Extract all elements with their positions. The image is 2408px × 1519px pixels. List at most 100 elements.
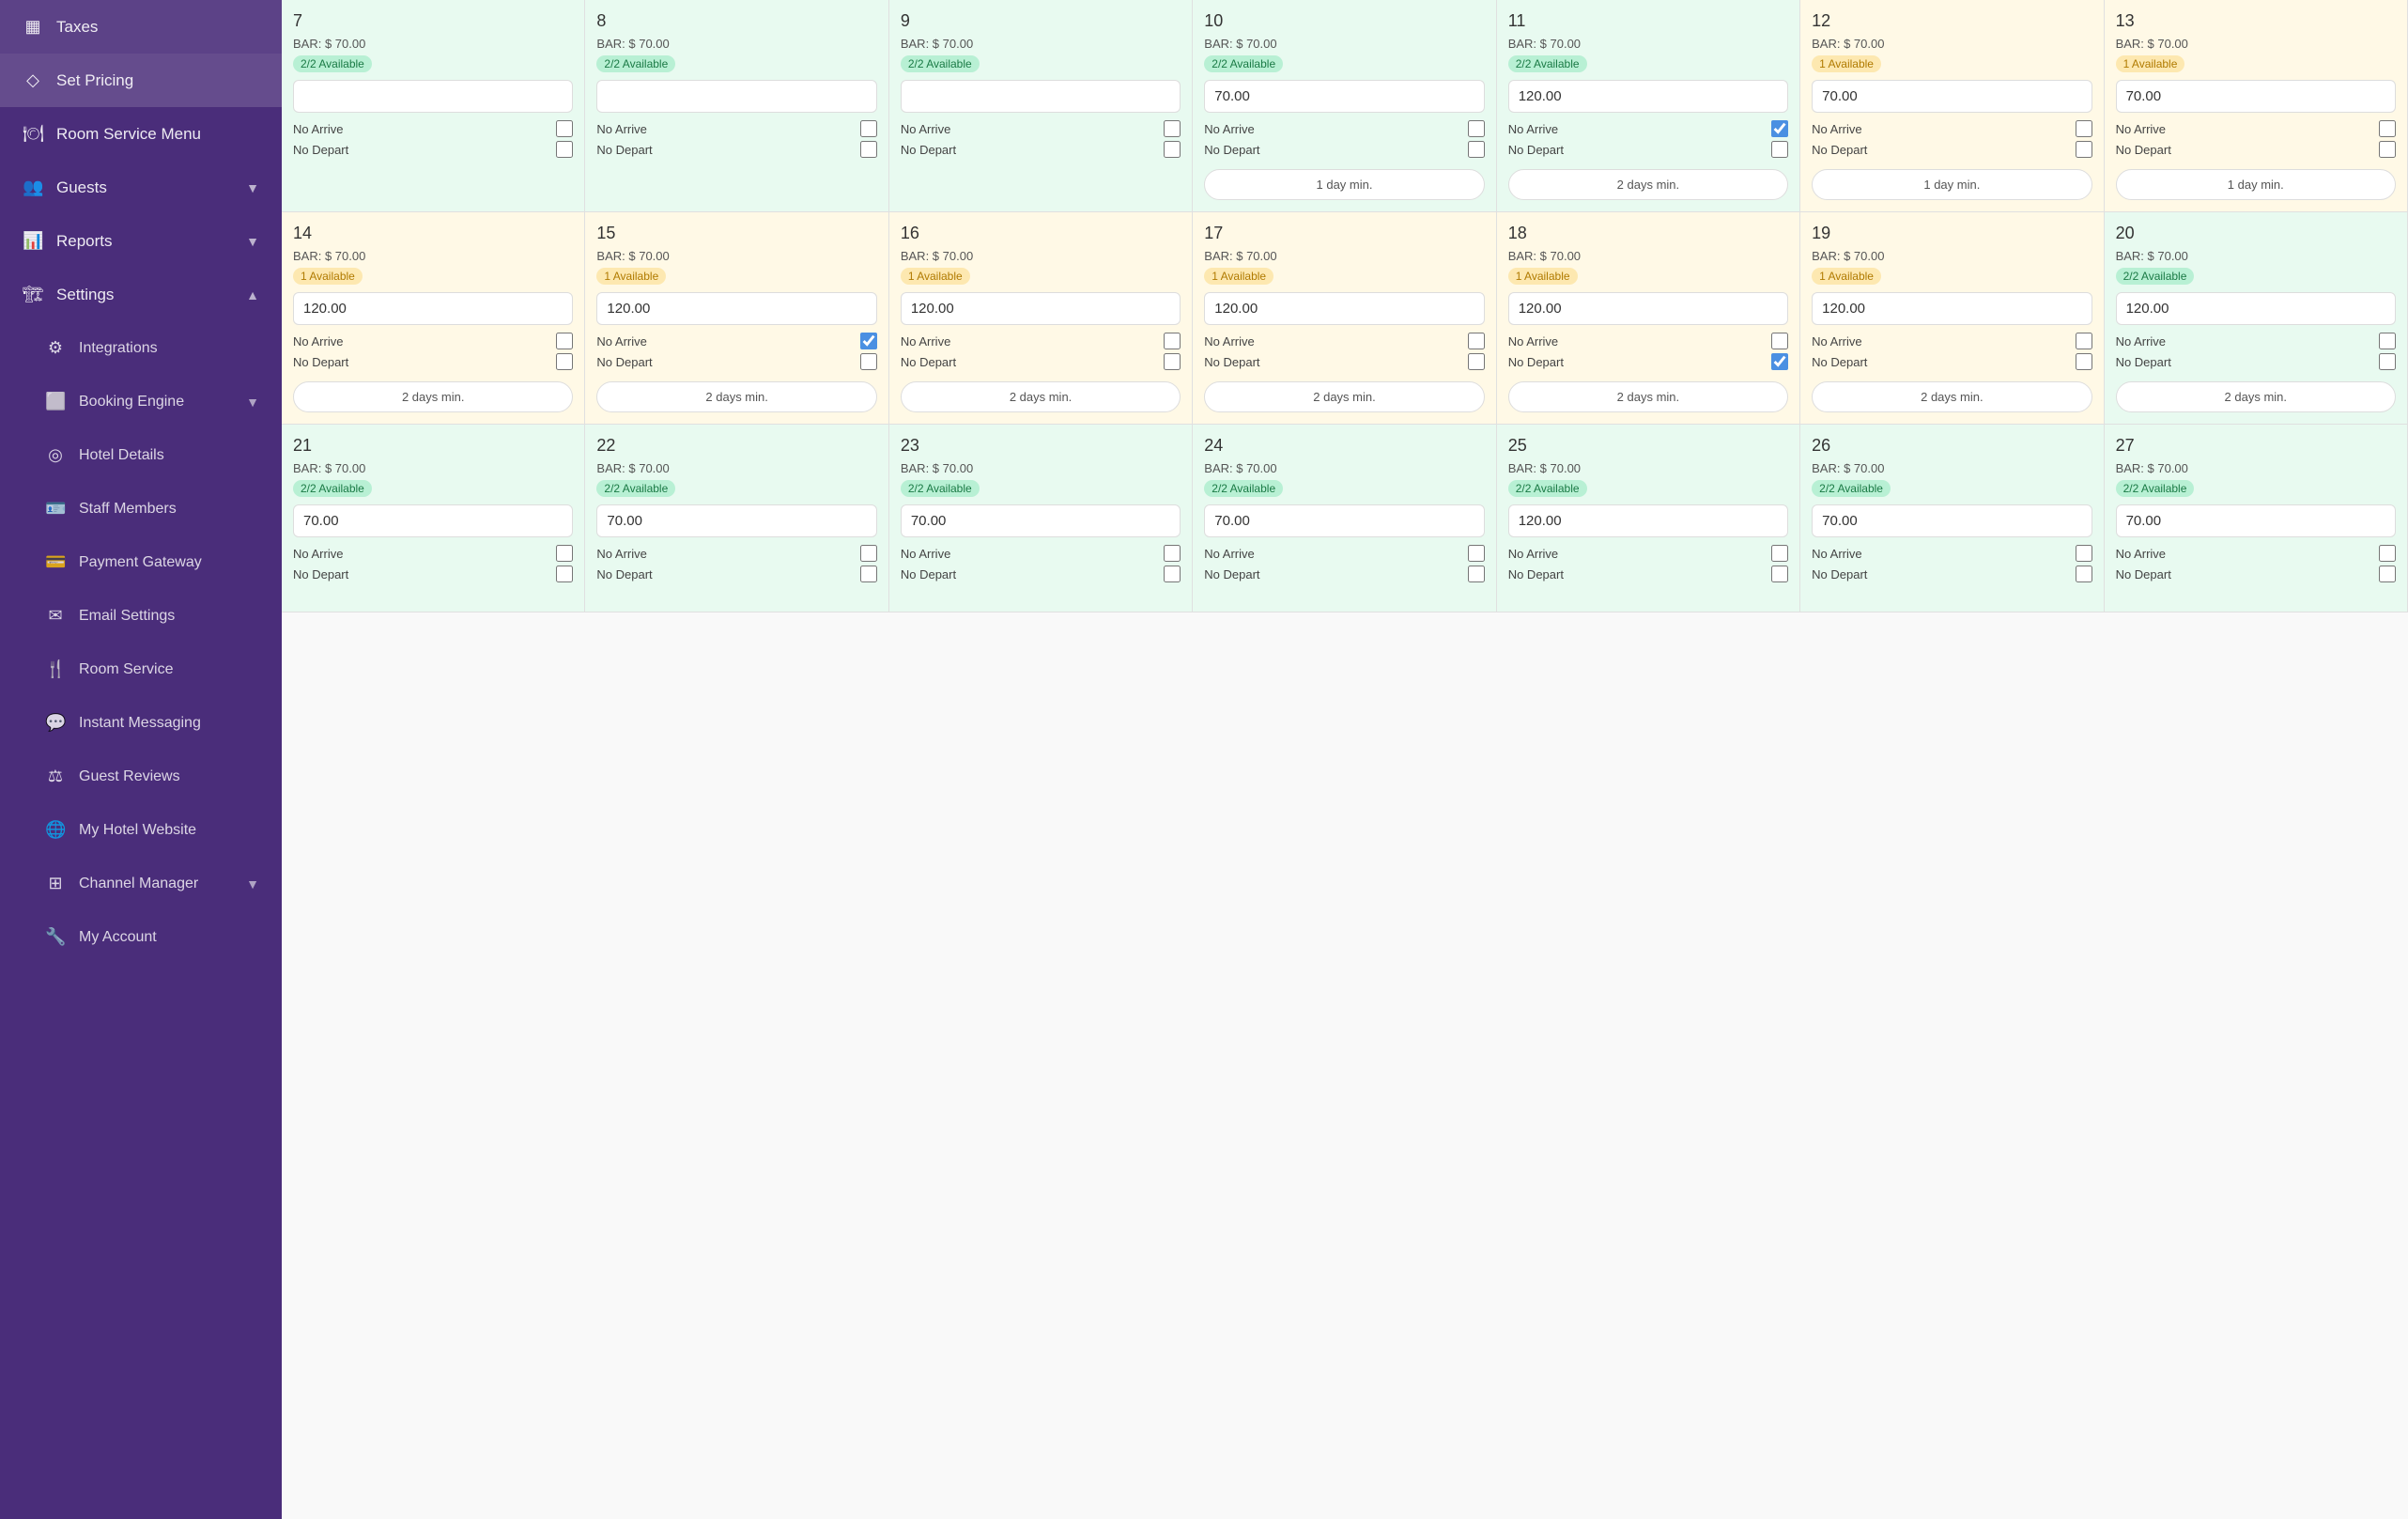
min-stay-button-11[interactable]: 2 days min. [1508,169,1788,200]
price-input-24[interactable] [1204,504,1484,537]
no-depart-checkbox-22[interactable] [860,566,877,582]
sidebar: ▦Taxes◇Set Pricing🍽Room Service Menu👥Gue… [0,0,282,1519]
no-arrive-checkbox-20[interactable] [2379,333,2396,349]
no-depart-row-19: No Depart [1812,353,2092,370]
no-arrive-checkbox-10[interactable] [1468,120,1485,137]
price-input-22[interactable] [596,504,876,537]
no-arrive-checkbox-22[interactable] [860,545,877,562]
price-input-27[interactable] [2116,504,2396,537]
sidebar-item-room-service-menu[interactable]: 🍽Room Service Menu [0,107,282,161]
no-arrive-checkbox-25[interactable] [1771,545,1788,562]
min-stay-button-17[interactable]: 2 days min. [1204,381,1484,412]
sidebar-item-instant-messaging[interactable]: 💬Instant Messaging [0,696,282,750]
no-depart-checkbox-17[interactable] [1468,353,1485,370]
sidebar-item-my-hotel-website[interactable]: 🌐My Hotel Website [0,803,282,857]
no-arrive-checkbox-14[interactable] [556,333,573,349]
no-depart-checkbox-26[interactable] [2076,566,2092,582]
sidebar-item-email-settings[interactable]: ✉Email Settings [0,589,282,643]
price-input-17[interactable] [1204,292,1484,325]
availability-badge-27: 2/2 Available [2116,480,2195,497]
sidebar-item-room-service[interactable]: 🍴Room Service [0,643,282,696]
sidebar-item-payment-gateway[interactable]: 💳Payment Gateway [0,535,282,589]
min-stay-button-19[interactable]: 2 days min. [1812,381,2092,412]
no-arrive-checkbox-15[interactable] [860,333,877,349]
price-input-9[interactable] [901,80,1181,113]
sidebar-item-set-pricing[interactable]: ◇Set Pricing [0,54,282,107]
no-arrive-checkbox-23[interactable] [1164,545,1181,562]
price-input-16[interactable] [901,292,1181,325]
sidebar-item-taxes[interactable]: ▦Taxes [0,0,282,54]
no-arrive-checkbox-17[interactable] [1468,333,1485,349]
no-arrive-checkbox-24[interactable] [1468,545,1485,562]
price-input-18[interactable] [1508,292,1788,325]
sidebar-item-staff-members[interactable]: 🪪Staff Members [0,482,282,535]
sidebar-item-guests[interactable]: 👥Guests▼ [0,161,282,214]
no-arrive-checkbox-27[interactable] [2379,545,2396,562]
no-depart-checkbox-20[interactable] [2379,353,2396,370]
price-input-20[interactable] [2116,292,2396,325]
no-depart-checkbox-15[interactable] [860,353,877,370]
no-depart-checkbox-11[interactable] [1771,141,1788,158]
day-cell-24: 24BAR: $ 70.002/2 AvailableNo ArriveNo D… [1193,425,1496,612]
no-depart-checkbox-14[interactable] [556,353,573,370]
no-depart-checkbox-10[interactable] [1468,141,1485,158]
price-input-19[interactable] [1812,292,2092,325]
price-input-12[interactable] [1812,80,2092,113]
sidebar-item-booking-engine[interactable]: ⬜Booking Engine▼ [0,375,282,428]
no-depart-checkbox-13[interactable] [2379,141,2396,158]
no-arrive-checkbox-12[interactable] [2076,120,2092,137]
min-stay-button-13[interactable]: 1 day min. [2116,169,2396,200]
min-stay-button-18[interactable]: 2 days min. [1508,381,1788,412]
price-input-13[interactable] [2116,80,2396,113]
min-stay-button-10[interactable]: 1 day min. [1204,169,1484,200]
price-input-11[interactable] [1508,80,1788,113]
no-arrive-checkbox-26[interactable] [2076,545,2092,562]
no-arrive-checkbox-13[interactable] [2379,120,2396,137]
min-stay-button-20[interactable]: 2 days min. [2116,381,2396,412]
sidebar-item-guest-reviews[interactable]: ⚖Guest Reviews [0,750,282,803]
no-depart-row-18: No Depart [1508,353,1788,370]
no-depart-checkbox-7[interactable] [556,141,573,158]
sidebar-item-integrations[interactable]: ⚙Integrations [0,321,282,375]
no-depart-checkbox-9[interactable] [1164,141,1181,158]
price-input-8[interactable] [596,80,876,113]
no-arrive-checkbox-19[interactable] [2076,333,2092,349]
no-arrive-checkbox-21[interactable] [556,545,573,562]
price-input-7[interactable] [293,80,573,113]
min-stay-button-12[interactable]: 1 day min. [1812,169,2092,200]
price-input-10[interactable] [1204,80,1484,113]
min-stay-button-14[interactable]: 2 days min. [293,381,573,412]
no-depart-checkbox-27[interactable] [2379,566,2396,582]
sidebar-item-hotel-details[interactable]: ◎Hotel Details [0,428,282,482]
no-arrive-checkbox-8[interactable] [860,120,877,137]
price-input-25[interactable] [1508,504,1788,537]
no-depart-checkbox-24[interactable] [1468,566,1485,582]
no-depart-checkbox-8[interactable] [860,141,877,158]
no-arrive-checkbox-18[interactable] [1771,333,1788,349]
no-arrive-checkbox-7[interactable] [556,120,573,137]
price-input-23[interactable] [901,504,1181,537]
no-arrive-checkbox-11[interactable] [1771,120,1788,137]
price-input-15[interactable] [596,292,876,325]
day-number-25: 25 [1508,436,1788,456]
no-depart-checkbox-25[interactable] [1771,566,1788,582]
no-arrive-checkbox-16[interactable] [1164,333,1181,349]
sidebar-item-my-account[interactable]: 🔧My Account [0,910,282,964]
week-row-0: 7BAR: $ 70.002/2 AvailableNo ArriveNo De… [282,0,2408,212]
sidebar-item-reports[interactable]: 📊Reports▼ [0,214,282,268]
no-depart-checkbox-21[interactable] [556,566,573,582]
chevron-icon-channel-manager: ▼ [246,876,259,891]
price-input-14[interactable] [293,292,573,325]
sidebar-item-channel-manager[interactable]: ⊞Channel Manager▼ [0,857,282,910]
no-arrive-checkbox-9[interactable] [1164,120,1181,137]
price-input-26[interactable] [1812,504,2092,537]
min-stay-button-15[interactable]: 2 days min. [596,381,876,412]
no-depart-checkbox-19[interactable] [2076,353,2092,370]
price-input-21[interactable] [293,504,573,537]
min-stay-button-16[interactable]: 2 days min. [901,381,1181,412]
sidebar-item-settings[interactable]: 🏗Settings▲ [0,268,282,321]
no-depart-checkbox-16[interactable] [1164,353,1181,370]
no-depart-checkbox-18[interactable] [1771,353,1788,370]
no-depart-checkbox-12[interactable] [2076,141,2092,158]
no-depart-checkbox-23[interactable] [1164,566,1181,582]
